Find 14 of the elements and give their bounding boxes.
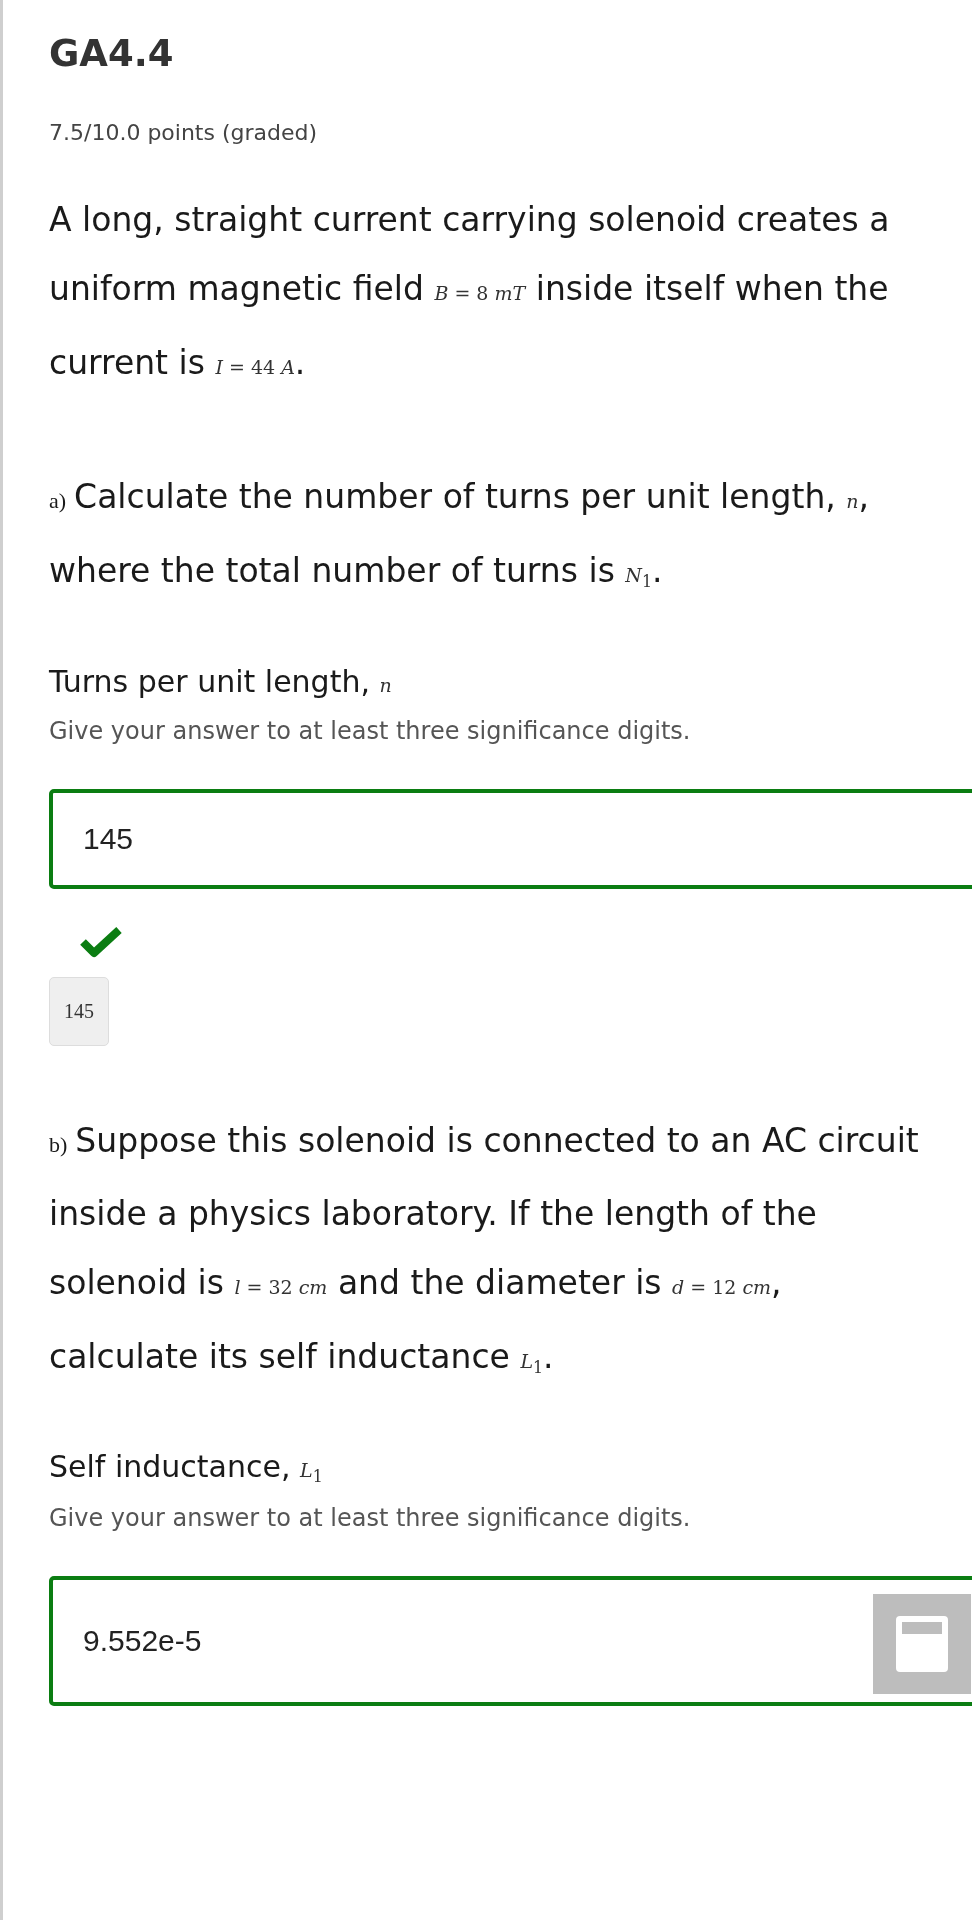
answer-field[interactable]: 145: [49, 788, 972, 889]
question-text: b) Suppose this solenoid is connected to an AC circuit inside a physics laboratory. If the length of the solenoid is l = 32 cm and the diameter is d = 12 cm, calculate its self inductance L$_{1}$.: [49, 1119, 920, 1379]
answer-label: Self inductance, L$_{1}$: [49, 1449, 324, 1487]
answer-label: Turns per unit length, n: [49, 663, 393, 699]
problem-title: GA4.4: [49, 31, 175, 77]
answer-field[interactable]: 9.552e-5: [49, 1576, 972, 1707]
answer-hint: Give your answer to at least three significance digits.: [49, 716, 692, 745]
problem-text: A long, straight current carrying solenoid creates a uniform magnetic field B = 8 mT inside itself when the current is I = 44 A.: [49, 198, 891, 384]
calculator-icon: [894, 1614, 950, 1675]
submitted-answer: 145: [49, 976, 109, 1046]
question-text: a) Calculate the number of turns per unit length, n, where the total number of turns is N$_{1}$.: [49, 475, 871, 593]
calculator-button[interactable]: [873, 1594, 971, 1695]
answer-hint: Give your answer to at least three significance digits.: [49, 1504, 692, 1533]
points-text: 7.5/10.0 points (graded): [49, 119, 319, 145]
